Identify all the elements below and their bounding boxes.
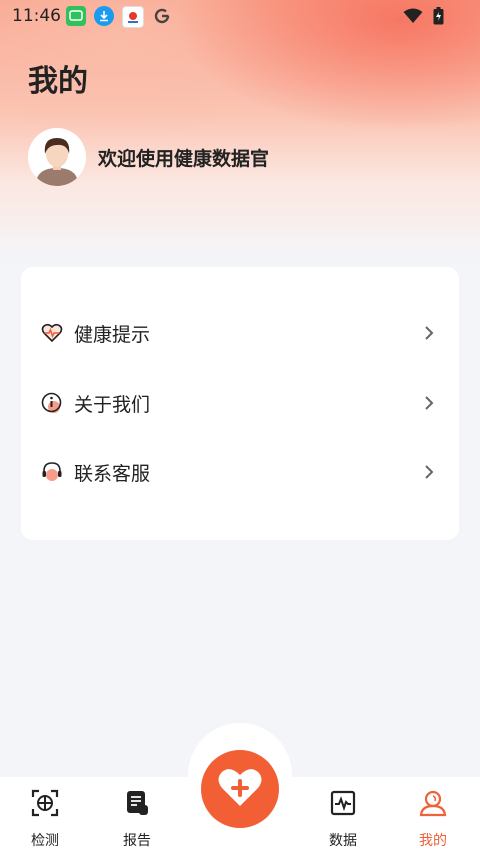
headset-icon [41, 461, 63, 483]
report-scroll-icon [123, 789, 151, 817]
profile-header[interactable]: 欢迎使用健康数据官 [28, 128, 269, 186]
chevron-right-icon [423, 464, 435, 480]
menu-item-label: 联系客服 [74, 462, 151, 485]
tab-label: 检测 [31, 833, 59, 849]
system-status-icons [403, 7, 444, 29]
heart-pulse-icon [41, 322, 63, 344]
info-icon [41, 392, 63, 414]
avatar[interactable] [28, 128, 86, 186]
google-icon [152, 6, 172, 26]
tab-label: 数据 [329, 833, 357, 849]
news-app-icon [122, 6, 144, 28]
chat-app-icon [66, 6, 86, 26]
menu-item-about-us[interactable]: 关于我们 [21, 378, 459, 428]
data-chart-icon [329, 789, 357, 817]
tab-report[interactable]: 报告 [92, 777, 182, 855]
user-icon [419, 789, 447, 817]
menu-item-label: 关于我们 [74, 393, 151, 416]
status-bar: 11:46 [0, 0, 480, 32]
battery-charging-icon [433, 7, 444, 29]
welcome-text: 欢迎使用健康数据官 [98, 147, 270, 170]
tab-data[interactable]: 数据 [298, 777, 388, 855]
menu-item-contact-support[interactable]: 联系客服 [21, 447, 459, 497]
menu-card: 健康提示 关于我们 联系客服 [21, 267, 459, 540]
tab-detect[interactable]: 检测 [0, 777, 90, 855]
wifi-icon [403, 8, 423, 28]
download-icon [94, 6, 114, 26]
scan-target-icon [31, 789, 59, 817]
tab-label: 我的 [419, 833, 447, 849]
chevron-right-icon [423, 325, 435, 341]
menu-item-health-tips[interactable]: 健康提示 [21, 308, 459, 358]
tab-label: 报告 [123, 833, 151, 849]
heart-plus-icon [217, 766, 263, 812]
tab-mine[interactable]: 我的 [388, 777, 478, 855]
chevron-right-icon [423, 395, 435, 411]
page-title: 我的 [28, 64, 88, 99]
menu-item-label: 健康提示 [74, 323, 151, 346]
status-time: 11:46 [12, 6, 61, 26]
center-health-button[interactable] [201, 750, 279, 828]
notification-icons [66, 6, 172, 28]
